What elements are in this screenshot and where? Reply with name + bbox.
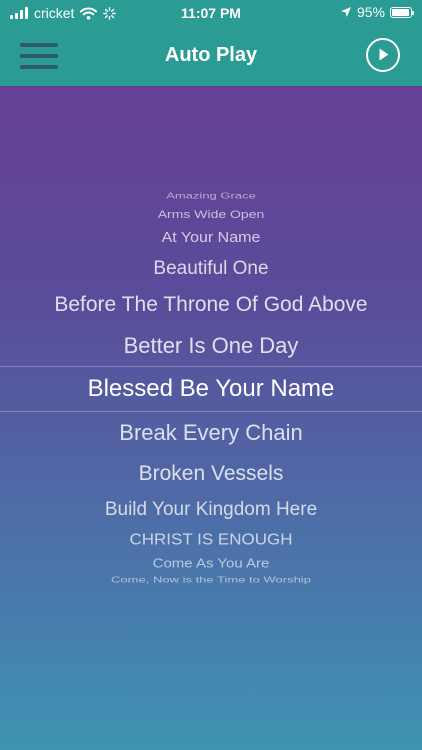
picker-item[interactable]: Come, Now is the Time to Worship [0, 575, 422, 584]
location-arrow-icon [340, 7, 351, 17]
song-picker-wheel[interactable]: Amazing Grace Arms Wide Open At Your Name B… [0, 86, 422, 750]
battery-level-fill [392, 8, 410, 16]
picker-item[interactable]: Amazing Grace [0, 191, 422, 199]
nav-bar: Auto Play [0, 26, 422, 86]
header: cricket 11:07 PM 95% Auto Play [0, 0, 422, 86]
page-title: Auto Play [164, 44, 258, 66]
play-circle-icon [379, 48, 389, 61]
battery-icon [390, 6, 414, 18]
status-right: 95% [340, 4, 414, 20]
picker-item-selected[interactable]: Blessed Be Your Name [0, 377, 422, 401]
picker-item[interactable]: Arms Wide Open [0, 208, 422, 219]
picker-item[interactable]: Broken Vessels [0, 463, 422, 484]
picker-item[interactable]: Break Every Chain [0, 422, 422, 444]
battery-percent: 95% [356, 4, 385, 20]
status-bar: cricket 11:07 PM 95% [0, 0, 422, 26]
selection-line-top [0, 366, 422, 367]
play-button[interactable] [366, 38, 400, 72]
picker-item[interactable]: At Your Name [0, 230, 422, 245]
selection-line-bottom [0, 411, 422, 412]
picker-item[interactable]: Better Is One Day [0, 335, 422, 357]
picker-item[interactable]: Build Your Kingdom Here [0, 500, 422, 519]
picker-item[interactable]: Before The Throne Of God Above [0, 294, 422, 315]
picker-item[interactable]: CHRIST IS ENOUGH [0, 531, 422, 547]
app-screen: cricket 11:07 PM 95% Auto Play Amazing G… [0, 0, 422, 750]
picker-item[interactable]: Beautiful One [0, 259, 422, 278]
picker-item[interactable]: Come As You Are [0, 557, 422, 570]
